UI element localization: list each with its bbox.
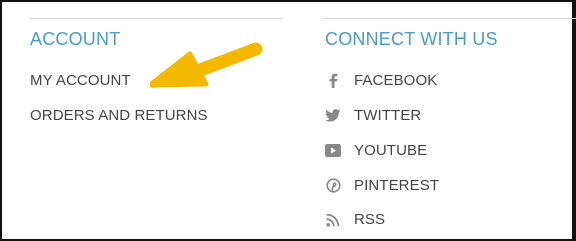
arrow-icon xyxy=(150,42,263,88)
twitter-link[interactable]: TWITTER xyxy=(325,107,421,124)
twitter-label: TWITTER xyxy=(354,107,422,124)
pinterest-link[interactable]: PINTEREST xyxy=(325,177,439,194)
orders-and-returns-link[interactable]: ORDERS AND RETURNS xyxy=(30,107,208,124)
facebook-icon xyxy=(325,73,341,89)
connect-heading: CONNECT WITH US xyxy=(325,29,498,49)
youtube-icon xyxy=(325,143,341,159)
facebook-link[interactable]: FACEBOOK xyxy=(325,72,437,89)
my-account-link[interactable]: MY ACCOUNT xyxy=(30,72,131,89)
youtube-link[interactable]: YOUTUBE xyxy=(325,142,427,159)
frame-right-edge xyxy=(572,0,576,241)
pinterest-icon xyxy=(325,178,341,194)
facebook-label: FACEBOOK xyxy=(354,72,438,89)
account-divider xyxy=(29,18,282,19)
rss-icon xyxy=(325,212,341,228)
rss-label: RSS xyxy=(354,211,386,228)
account-heading: ACCOUNT xyxy=(30,29,121,49)
youtube-label: YOUTUBE xyxy=(354,142,428,159)
rss-link[interactable]: RSS xyxy=(325,211,385,228)
pinterest-label: PINTEREST xyxy=(354,177,440,194)
twitter-icon xyxy=(325,108,341,124)
connect-divider xyxy=(324,18,576,19)
